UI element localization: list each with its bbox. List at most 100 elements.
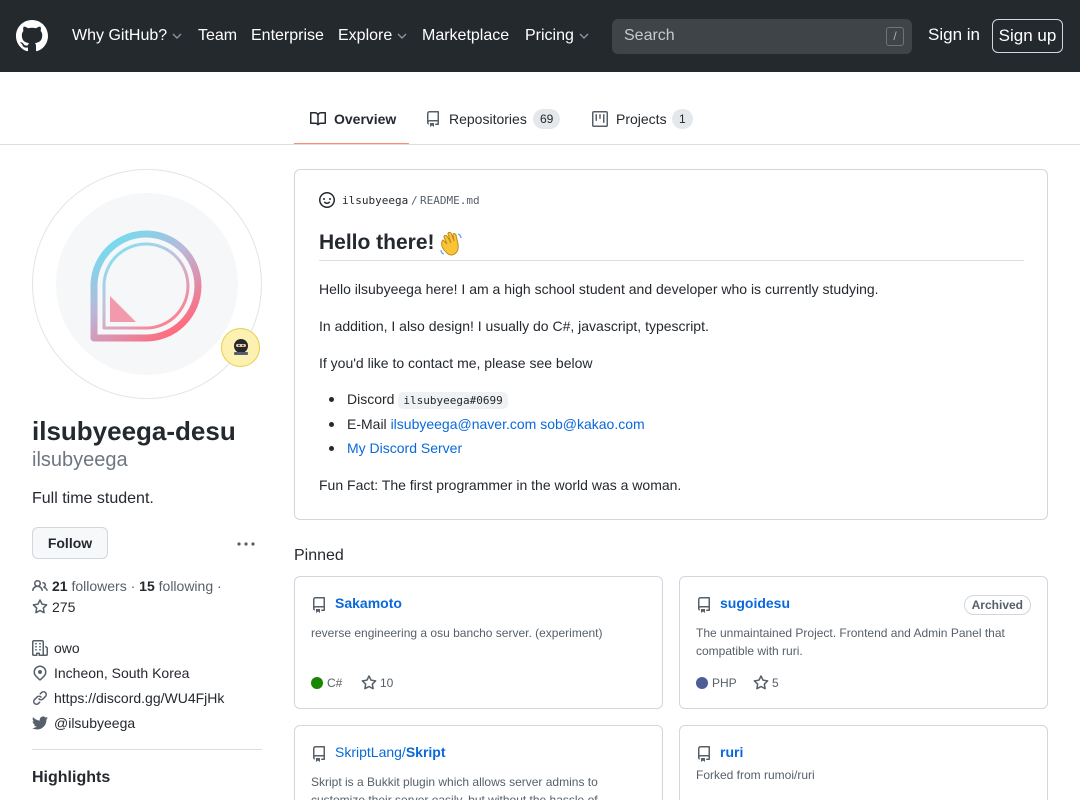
repo-name-link[interactable]: ruri bbox=[720, 744, 743, 760]
readme-path-separator: / bbox=[411, 194, 418, 207]
nav-enterprise[interactable]: Enterprise bbox=[251, 25, 324, 47]
repo-name-link[interactable]: SkriptLang/Skript bbox=[335, 744, 446, 760]
nav-label: Enterprise bbox=[251, 27, 324, 44]
profile-bio: Full time student. bbox=[32, 490, 154, 507]
project-count-badge: 1 bbox=[672, 109, 693, 129]
language-color-dot bbox=[696, 677, 708, 689]
followers-count: 21 bbox=[52, 578, 68, 594]
separator-dot: · bbox=[217, 578, 222, 594]
pinned-repo-card: ruri Forked from rumoi/ruri bbox=[679, 725, 1048, 800]
tabs-divider bbox=[0, 144, 1080, 145]
nav-why-github[interactable]: Why GitHub? bbox=[72, 25, 182, 47]
readme-paragraph: In addition, I also design! I usually do… bbox=[319, 318, 709, 334]
nav-label: Pricing bbox=[525, 27, 574, 44]
repo-count-badge: 69 bbox=[533, 109, 561, 129]
stars-link[interactable]: 275 bbox=[32, 599, 75, 615]
tab-label: Repositories bbox=[449, 111, 527, 127]
search-hotkey-hint: / bbox=[886, 27, 904, 46]
repo-name-link[interactable]: Sakamoto bbox=[335, 595, 402, 611]
repo-icon bbox=[698, 597, 710, 613]
readme-heading-rule bbox=[319, 260, 1024, 261]
pinned-repo-card: Sakamoto reverse engineering a osu banch… bbox=[294, 576, 663, 709]
avatar-logo-icon bbox=[90, 230, 202, 342]
company-text: owo bbox=[54, 640, 80, 656]
repo-name-link[interactable]: sugoidesu bbox=[720, 595, 790, 611]
repo-star-count[interactable]: 10 bbox=[380, 676, 393, 690]
readme-list-item-server: My Discord Server bbox=[347, 440, 462, 456]
tab-repositories[interactable]: Repositories 69 bbox=[409, 108, 574, 145]
nav-explore[interactable]: Explore bbox=[338, 25, 407, 47]
search-input[interactable]: Search / bbox=[612, 19, 912, 54]
pinned-repo-card: sugoidesu Archived The unmaintained Proj… bbox=[679, 576, 1048, 709]
readme-fun-fact: Fun Fact: The first programmer in the wo… bbox=[319, 477, 682, 493]
archived-badge: Archived bbox=[963, 595, 1031, 615]
pinned-repo-card: SkriptLang/Skript Skript is a Bukkit plu… bbox=[294, 725, 663, 800]
more-options-icon[interactable] bbox=[236, 534, 256, 554]
readme-paragraph: If you'd like to contact me, please see … bbox=[319, 355, 593, 371]
following-link[interactable]: 15 following bbox=[139, 578, 213, 594]
following-label: following bbox=[158, 578, 214, 594]
nav-label: Why GitHub? bbox=[72, 27, 168, 44]
nav-pricing[interactable]: Pricing bbox=[525, 25, 589, 47]
smiley-icon bbox=[319, 192, 335, 208]
user-status-badge[interactable] bbox=[221, 328, 260, 367]
readme-heading: Hello there! bbox=[319, 231, 435, 254]
language-color-dot bbox=[311, 677, 323, 689]
email-link-naver[interactable]: ilsubyeega@naver.com bbox=[391, 416, 537, 432]
github-logo-icon[interactable] bbox=[16, 20, 48, 52]
tab-label: Projects bbox=[616, 111, 667, 127]
chevron-down-icon bbox=[397, 33, 407, 39]
search-placeholder: Search bbox=[624, 27, 675, 44]
stars-count: 275 bbox=[52, 599, 76, 615]
website-text: https://discord.gg/WU4FjHk bbox=[54, 690, 225, 706]
organization-icon bbox=[32, 640, 48, 656]
repo-icon bbox=[313, 597, 325, 613]
nav-label: Team bbox=[198, 27, 238, 44]
follow-button[interactable]: Follow bbox=[32, 527, 108, 559]
list-bullet bbox=[329, 422, 334, 427]
star-icon[interactable] bbox=[361, 675, 377, 691]
followers-link[interactable]: 21 followers bbox=[52, 578, 127, 594]
twitter-icon bbox=[32, 716, 48, 730]
profile-readme-card: ilsubyeega / README.md Hello there! Hell… bbox=[294, 169, 1048, 520]
project-icon bbox=[592, 111, 608, 127]
discord-server-link[interactable]: My Discord Server bbox=[347, 440, 462, 456]
waving-hand-icon bbox=[440, 231, 462, 256]
book-icon bbox=[310, 111, 326, 126]
list-text: E-Mail bbox=[347, 416, 387, 432]
followers-label: followers bbox=[71, 578, 127, 594]
repo-icon bbox=[313, 746, 325, 762]
location-text: Incheon, South Korea bbox=[54, 665, 190, 681]
repo-language: C# bbox=[327, 676, 343, 690]
discord-tag-code: ilsubyeega#0699 bbox=[398, 392, 508, 409]
tab-overview[interactable]: Overview bbox=[294, 108, 409, 145]
tab-label: Overview bbox=[334, 111, 397, 127]
ninja-emoji-icon bbox=[234, 339, 248, 355]
people-icon bbox=[32, 579, 48, 592]
location-icon bbox=[33, 665, 47, 681]
link-icon bbox=[32, 690, 48, 706]
email-link-kakao[interactable]: sob@kakao.com bbox=[540, 416, 644, 432]
repo-name: Skript bbox=[405, 744, 446, 760]
readme-path-file[interactable]: README.md bbox=[420, 194, 480, 207]
sign-up-button[interactable]: Sign up bbox=[992, 19, 1063, 53]
following-count: 15 bbox=[139, 578, 155, 594]
nav-marketplace[interactable]: Marketplace bbox=[422, 25, 509, 47]
readme-list-item-email: E-Mail ilsubyeega@naver.com sob@kakao.co… bbox=[347, 416, 645, 432]
repo-owner: SkriptLang/ bbox=[335, 744, 406, 760]
list-bullet bbox=[329, 446, 334, 451]
tab-projects[interactable]: Projects 1 bbox=[576, 108, 706, 145]
profile-name: ilsubyeega-desu bbox=[32, 416, 236, 446]
list-bullet bbox=[329, 397, 334, 402]
sign-in-link[interactable]: Sign in bbox=[928, 25, 980, 45]
chevron-down-icon bbox=[579, 33, 589, 39]
star-icon bbox=[32, 599, 48, 614]
star-icon[interactable] bbox=[753, 675, 769, 691]
repo-icon bbox=[427, 111, 439, 127]
profile-login: ilsubyeega bbox=[32, 449, 128, 471]
readme-path-user[interactable]: ilsubyeega bbox=[342, 194, 408, 207]
repo-star-count[interactable]: 5 bbox=[772, 676, 779, 690]
nav-team[interactable]: Team bbox=[198, 25, 237, 47]
highlights-heading: Highlights bbox=[32, 769, 111, 786]
sidebar-divider bbox=[32, 749, 262, 750]
